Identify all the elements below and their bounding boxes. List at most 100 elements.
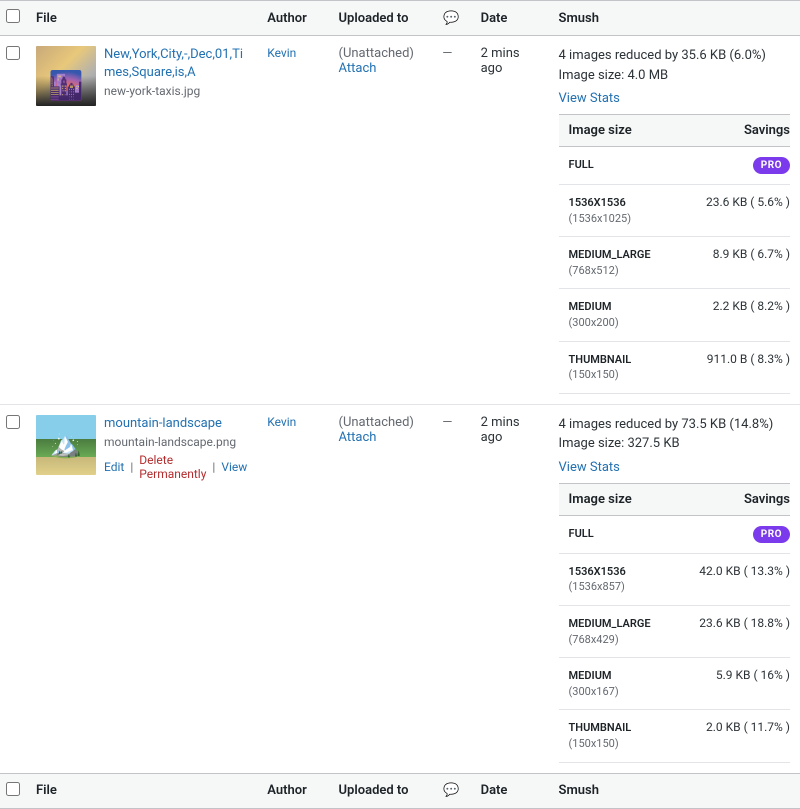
smush-col-header-size: Image size <box>559 115 679 147</box>
size-name: FULL <box>569 158 594 171</box>
smush-size-name-cell: MEDIUM_LARGE(768x429) <box>559 605 675 657</box>
smush-savings-cell: 42.0 KB ( 13.3% ) <box>675 553 790 605</box>
header-file-col: File <box>26 1 257 36</box>
smush-size-row: THUMBNAIL (150x150) 911.0 B ( 8.3% ) <box>559 341 790 393</box>
smush-size-row: FULL PRO <box>559 515 790 553</box>
size-dims: (1536x857) <box>569 580 625 593</box>
footer-date-col: Date <box>471 773 549 808</box>
footer-comment-label: 💬 <box>443 783 459 798</box>
file-info: mountain-landscape mountain-landscape.png… <box>104 415 247 481</box>
size-dims: (1536x1025) <box>569 212 632 225</box>
header-check-col <box>0 1 26 36</box>
size-name: 1536X1536 <box>569 196 626 209</box>
nyc-thumbnail <box>36 46 96 106</box>
footer-comment-col: 💬 <box>432 773 470 808</box>
smush-savings-cell: PRO <box>675 515 790 553</box>
footer-check-col <box>0 773 26 808</box>
action-separator: | <box>130 460 133 474</box>
file-name: new-york-taxis.jpg <box>104 84 247 98</box>
smush-size-name-cell: MEDIUM_LARGE(768x512) <box>559 237 679 289</box>
media-library-table: File Author Uploaded to 💬 Date Smush New… <box>0 0 800 809</box>
row-file-cell: mountain-landscape mountain-landscape.png… <box>26 404 257 773</box>
table-row: mountain-landscape mountain-landscape.png… <box>0 404 800 773</box>
smush-size-name-cell: THUMBNAIL(150x150) <box>559 710 675 762</box>
size-name: MEDIUM_LARGE <box>569 248 651 261</box>
footer-smush-label: Smush <box>559 783 599 798</box>
mtn-thumbnail <box>36 415 96 475</box>
header-file-label: File <box>36 11 57 26</box>
attach-link[interactable]: Attach <box>339 430 423 445</box>
smush-size-row: FULL PRO <box>559 147 790 185</box>
row-smush-cell: 4 images reduced by 73.5 KB (14.8%)Image… <box>549 404 800 773</box>
footer-smush-col: Smush <box>549 773 800 808</box>
smush-size-name-cell: MEDIUM(300x200) <box>559 289 679 341</box>
smush-col-header-size: Image size <box>559 483 675 515</box>
upload-date: 2 mins ago <box>481 46 520 76</box>
row-smush-cell: 4 images reduced by 35.6 KB (6.0%)Image … <box>549 36 800 405</box>
header-date-col: Date <box>471 1 549 36</box>
smush-col-header-savings: Savings <box>675 483 790 515</box>
view-stats-link[interactable]: View Stats <box>559 91 620 106</box>
author-link[interactable]: Kevin <box>267 46 296 60</box>
smush-breakdown-table: Image sizeSavings FULL PRO 1536X1536 (1536x1… <box>559 114 790 394</box>
smush-inner: 4 images reduced by 73.5 KB (14.8%)Image… <box>559 415 790 763</box>
header-uploaded-label: Uploaded to <box>339 11 409 26</box>
smush-savings-cell: 23.6 KB ( 5.6% ) <box>679 185 790 237</box>
size-dims: (150x150) <box>569 368 619 381</box>
smush-savings-cell: 8.9 KB ( 6.7% ) <box>679 237 790 289</box>
row-comment-cell: — <box>432 36 470 405</box>
smush-savings-cell: 23.6 KB ( 18.8% ) <box>675 605 790 657</box>
header-smush-label: Smush <box>559 11 599 26</box>
smush-size-row: MEDIUM_LARGE(768x512)8.9 KB ( 6.7% ) <box>559 237 790 289</box>
row-checkbox[interactable] <box>6 415 20 429</box>
footer-select-all-checkbox[interactable] <box>6 782 20 796</box>
footer-author-label: Author <box>267 783 307 798</box>
file-name: mountain-landscape.png <box>104 435 247 449</box>
smush-savings-cell: 2.0 KB ( 11.7% ) <box>675 710 790 762</box>
select-all-checkbox[interactable] <box>6 9 20 23</box>
attach-link[interactable]: Attach <box>339 61 423 76</box>
size-name: THUMBNAIL <box>569 353 632 366</box>
file-title-link[interactable]: mountain-landscape <box>104 415 247 433</box>
header-date-label: Date <box>481 11 508 26</box>
size-name: FULL <box>569 527 594 540</box>
header-uploaded-col: Uploaded to <box>329 1 433 36</box>
smush-col-header-savings: Savings <box>679 115 790 147</box>
smush-savings-cell: 2.2 KB ( 8.2% ) <box>679 289 790 341</box>
footer-uploaded-label: Uploaded to <box>339 783 409 798</box>
smush-size-row: MEDIUM(300x167)5.9 KB ( 16% ) <box>559 658 790 710</box>
pro-badge: PRO <box>753 526 790 543</box>
smush-savings-cell: 5.9 KB ( 16% ) <box>675 658 790 710</box>
header-author-label: Author <box>267 11 307 26</box>
smush-size-row: 1536X1536(1536x857)42.0 KB ( 13.3% ) <box>559 553 790 605</box>
footer-file-col: File <box>26 773 257 808</box>
smush-size-name-cell: THUMBNAIL (150x150) <box>559 341 679 393</box>
smush-size-name-cell: FULL <box>559 147 679 185</box>
uploaded-status: (Unattached) <box>339 46 414 61</box>
table-body: New,York,City,-,Dec,01,Times,Square,is,A… <box>0 36 800 774</box>
smush-size-name-cell: FULL <box>559 515 675 553</box>
row-uploaded-cell: (Unattached)Attach <box>329 404 433 773</box>
file-action-view[interactable]: View <box>221 460 247 474</box>
pro-badge: PRO <box>753 157 790 174</box>
smush-savings-cell: 911.0 B ( 8.3% ) <box>679 341 790 393</box>
row-author-cell: Kevin <box>257 36 328 405</box>
smush-breakdown-table: Image sizeSavings FULL PRO 1536X1536(1536x8… <box>559 483 790 763</box>
size-name: THUMBNAIL <box>569 721 632 734</box>
smush-size-name-cell: 1536X1536 (1536x1025) <box>559 185 679 237</box>
smush-summary: 4 images reduced by 35.6 KB (6.0%)Image … <box>559 46 790 85</box>
row-uploaded-cell: (Unattached)Attach <box>329 36 433 405</box>
row-comment-cell: — <box>432 404 470 773</box>
footer-date-label: Date <box>481 783 508 798</box>
file-title-link[interactable]: New,York,City,-,Dec,01,Times,Square,is,A <box>104 46 247 82</box>
smush-size-row: 1536X1536 (1536x1025) 23.6 KB ( 5.6% ) <box>559 185 790 237</box>
file-action-edit[interactable]: Edit <box>104 460 124 474</box>
smush-size-name-cell: 1536X1536(1536x857) <box>559 553 675 605</box>
header-comment-label: 💬 <box>443 11 459 26</box>
table-footer-row: File Author Uploaded to 💬 Date Smush <box>0 773 800 808</box>
file-actions: Edit|Delete Permanently|View <box>104 453 247 481</box>
row-checkbox[interactable] <box>6 46 20 60</box>
author-link[interactable]: Kevin <box>267 415 296 429</box>
file-action-delete[interactable]: Delete Permanently <box>139 453 206 481</box>
view-stats-link[interactable]: View Stats <box>559 460 620 475</box>
